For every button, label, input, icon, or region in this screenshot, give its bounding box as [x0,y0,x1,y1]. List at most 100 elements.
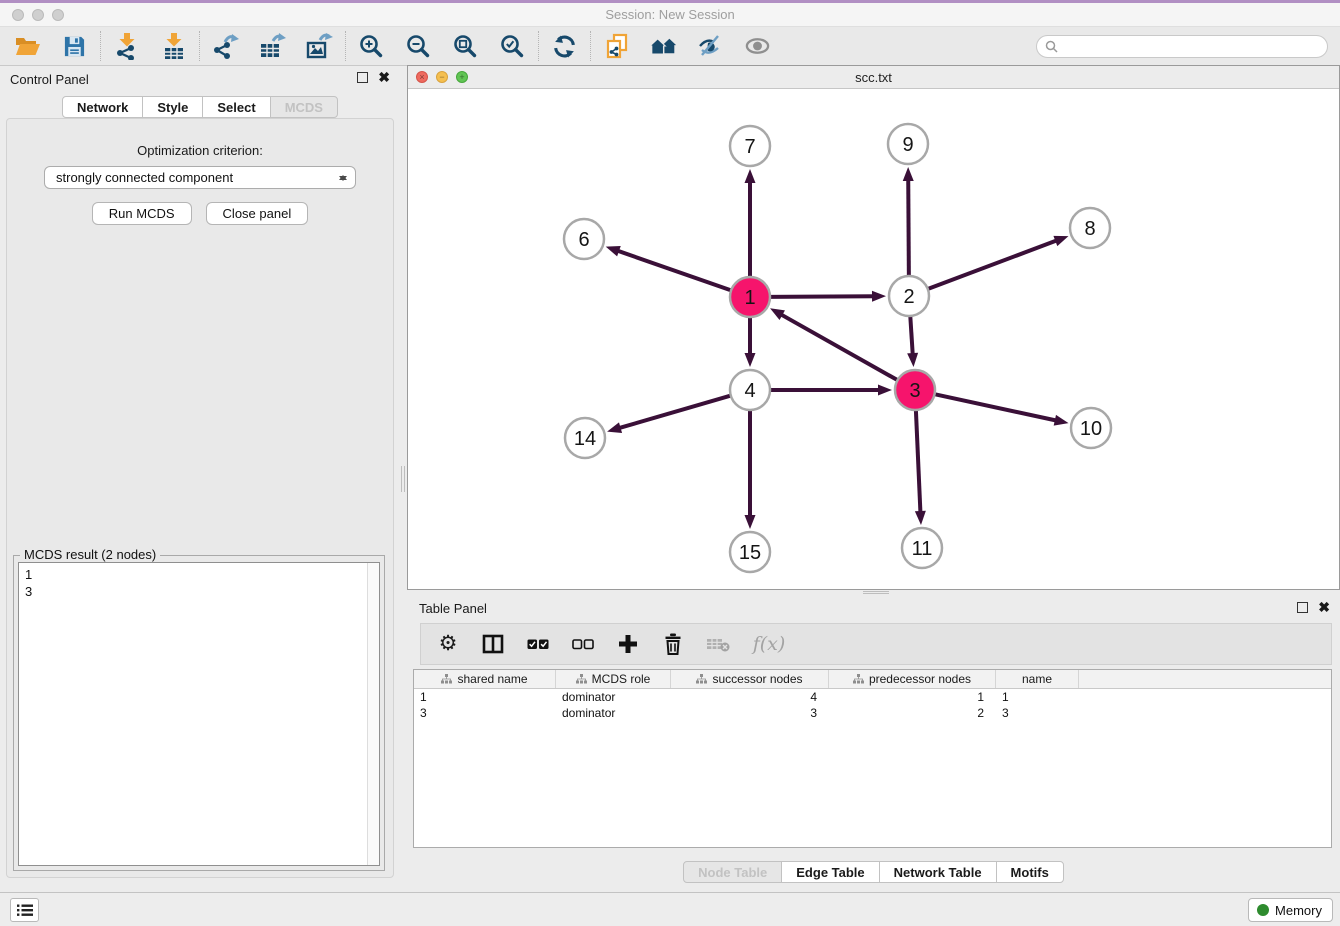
column-header-successor-nodes[interactable]: successor nodes [671,670,829,688]
column-type-icon [853,674,864,684]
graph-node-label: 11 [912,538,933,560]
cell-shared-name[interactable]: 1 [414,690,556,704]
graph-edge-arrowhead [907,353,918,367]
mcds-result-textarea[interactable]: 1 3 [18,562,380,866]
column-header-mcds-role[interactable]: MCDS role [556,670,671,688]
close-panel-icon[interactable]: ✖ [378,71,390,83]
delete-column-icon[interactable] [661,632,685,656]
run-mcds-button[interactable]: Run MCDS [92,202,192,225]
show-eye-icon[interactable] [744,33,771,60]
optimization-criterion-select[interactable]: strongly connected component [44,166,356,189]
main-toolbar [0,27,1340,66]
tab-node-table[interactable]: Node Table [683,861,782,883]
graph-edge-4-14[interactable] [619,396,731,429]
graph-node-label: 6 [578,229,589,251]
result-scrollbar[interactable] [367,563,379,865]
zoom-selected-icon[interactable] [499,33,526,60]
table-panel: Table Panel ✖ ⚙ [407,596,1340,890]
cell-predecessor-nodes[interactable]: 2 [829,706,996,720]
cell-name[interactable]: 1 [996,690,1079,704]
table-row[interactable]: 1 dominator 4 1 1 [414,689,1331,705]
graph-edge-3-1[interactable] [780,314,897,380]
hide-eye-icon[interactable] [697,33,724,60]
graph-edge-1-2[interactable] [770,296,874,297]
table-tabs: Node Table Edge Table Network Table Moti… [407,861,1340,883]
graph-edge-arrowhead [1054,415,1069,426]
graph-edge-arrowhead [903,167,914,181]
deselect-all-columns-icon[interactable] [571,632,595,656]
cell-name[interactable]: 3 [996,706,1079,720]
memory-button[interactable]: Memory [1248,898,1333,922]
tab-mcds[interactable]: MCDS [270,96,338,118]
graph-edge-3-10[interactable] [935,394,1057,420]
cell-mcds-role[interactable]: dominator [556,706,671,720]
cell-successor-nodes[interactable]: 3 [671,706,829,720]
application-window: Session: New Session [0,0,1340,926]
mcds-result-title: MCDS result (2 nodes) [20,547,160,562]
function-builder-icon[interactable]: f(x) [751,632,787,656]
graph-edge-arrowhead [770,308,785,320]
cell-mcds-role[interactable]: dominator [556,690,671,704]
graph-edge-arrowhead [878,385,892,396]
cell-predecessor-nodes[interactable]: 1 [829,690,996,704]
open-session-icon[interactable] [14,33,41,60]
cell-successor-nodes[interactable]: 4 [671,690,829,704]
tab-edge-table[interactable]: Edge Table [781,861,879,883]
apply-layout-icon[interactable] [551,33,578,60]
double-home-icon[interactable] [650,33,677,60]
mcds-result-groupbox: MCDS result (2 nodes) 1 3 [13,555,385,871]
tab-network[interactable]: Network [62,96,143,118]
optimization-criterion-label: Optimization criterion: [7,143,393,158]
search-field[interactable] [1036,35,1328,58]
mcds-panel: Optimization criterion: strongly connect… [6,118,394,878]
table-row[interactable]: 3 dominator 3 2 3 [414,705,1331,721]
tab-motifs[interactable]: Motifs [996,861,1064,883]
float-panel-icon[interactable] [357,72,368,83]
tab-network-table[interactable]: Network Table [879,861,997,883]
duplicate-network-icon[interactable] [603,33,630,60]
table-settings-icon[interactable]: ⚙ [436,632,460,656]
task-history-button[interactable] [10,898,39,922]
zoom-fit-icon[interactable] [452,33,479,60]
close-panel-button[interactable]: Close panel [206,202,309,225]
network-canvas[interactable]: 7968124314101511 [408,89,1339,589]
graph-edge-2-3[interactable] [910,316,912,355]
import-table-icon[interactable] [160,33,187,60]
save-session-icon[interactable] [61,33,88,60]
table-panel-title: Table Panel [419,601,487,616]
graph-node-label: 2 [903,286,914,308]
float-table-panel-icon[interactable] [1297,602,1308,613]
search-input[interactable] [1063,39,1319,53]
graph-edge-2-8[interactable] [928,240,1058,289]
node-table[interactable]: shared name MCDS role successor nodes pr… [413,669,1332,848]
graph-edge-2-9[interactable] [908,179,909,276]
tab-select[interactable]: Select [202,96,270,118]
column-header-shared-name[interactable]: shared name [414,670,556,688]
tab-style[interactable]: Style [142,96,203,118]
vertical-splitter[interactable] [400,66,407,878]
graph-edge-3-11[interactable] [916,410,921,513]
cell-shared-name[interactable]: 3 [414,706,556,720]
graph-edge-arrowhead [745,515,756,529]
export-image-icon[interactable] [306,33,333,60]
graph-edge-1-6[interactable] [617,251,731,291]
add-column-icon[interactable] [616,632,640,656]
delete-table-icon[interactable] [706,632,730,656]
column-header-predecessor-nodes[interactable]: predecessor nodes [829,670,996,688]
graph-edge-arrowhead [607,422,622,433]
column-header-name[interactable]: name [996,670,1079,688]
graph-node-label: 8 [1084,218,1095,240]
import-network-icon[interactable] [113,33,140,60]
network-graph[interactable]: 7968124314101511 [408,89,1339,589]
select-all-columns-icon[interactable] [526,632,550,656]
graph-node-label: 3 [909,380,920,402]
zoom-out-icon[interactable] [405,33,432,60]
zoom-in-icon[interactable] [358,33,385,60]
close-table-panel-icon[interactable]: ✖ [1318,601,1330,613]
list-icon [17,904,33,917]
control-panel-tabs: Network Style Select MCDS [0,96,400,118]
graph-node-label: 15 [739,542,761,564]
export-table-icon[interactable] [259,33,286,60]
export-network-icon[interactable] [212,33,239,60]
column-view-icon[interactable] [481,632,505,656]
